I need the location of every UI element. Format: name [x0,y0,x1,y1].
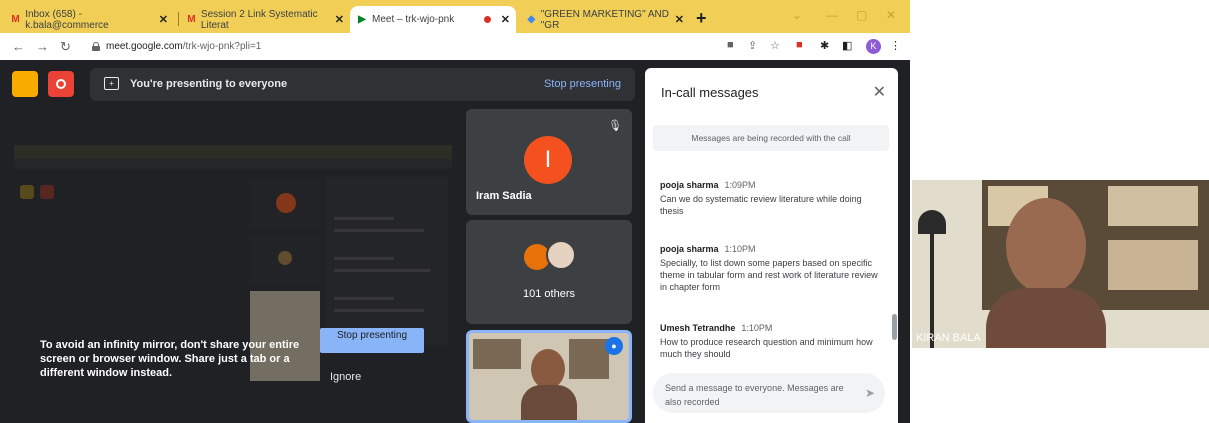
tab-bar: M Inbox (658) - k.bala@commerce ✕ M Sess… [0,0,910,33]
message-time: 1:09PM [724,180,756,190]
chevron-down-icon[interactable]: ⌄ [792,8,802,22]
chat-message: pooja sharma 1:10PM Specially, to list do… [660,244,880,293]
gmail-icon: M [187,13,196,25]
camera-name-label: KIRAN BALA [916,332,981,344]
others-tile[interactable]: 101 others [466,220,632,324]
close-window-icon[interactable]: ✕ [886,8,896,22]
send-icon[interactable]: ➤ [865,386,875,400]
close-tab-icon[interactable]: ✕ [501,13,510,26]
puzzle-extensions-icon[interactable]: ✱ [820,39,829,52]
presenting-bar: + You're presenting to everyone Stop pre… [12,68,635,101]
close-icon[interactable]: ✕ [873,82,886,102]
camera-feed: KIRAN BALA [912,180,1209,348]
books [1108,240,1198,290]
others-count: 101 others [523,288,575,300]
present-window-icon: + [104,77,119,90]
participant-video [1006,198,1086,294]
close-tab-icon[interactable]: ✕ [675,13,684,26]
self-view-tile[interactable]: ● [466,330,632,423]
tab-meet[interactable]: ▶ Meet – trk-wjo-pnk ✕ [350,6,516,33]
recording-dot-icon [483,16,491,23]
presenting-message: You're presenting to everyone [130,78,288,90]
tab-green-marketing[interactable]: ◆ "GREEN MARKETING" AND "GR ✕ [520,6,690,33]
new-tab-button[interactable]: + [696,8,707,29]
speaking-indicator-icon: ● [605,337,623,355]
bookshelf [569,339,609,379]
bookshelf [473,339,521,369]
share-icon[interactable]: ⇪ [748,39,757,52]
message-text: Can we do systematic review literature w… [660,194,862,216]
back-icon[interactable]: ← [12,39,25,54]
infinity-mirror-warning: To avoid an infinity mirror, don't share… [40,339,300,379]
lamp-shade [918,210,946,234]
bookmark-star-icon[interactable]: ☆ [770,39,780,52]
tab-label: Inbox (658) - k.bala@commerce [25,8,109,31]
chat-message: pooja sharma 1:09PM Can we do systematic … [660,180,880,217]
chat-title: In-call messages [661,85,759,100]
message-sender: Umesh Tetrandhe [660,323,736,333]
lamp-stand [930,230,934,348]
tab-label: Session 2 Link Systematic Literat [200,8,318,31]
avatar: I [524,136,572,184]
url-host: meet.google.com [106,41,183,52]
extension-icon[interactable]: ■ [796,39,803,51]
recording-notice: Messages are being recorded with the cal… [653,125,889,151]
tab-divider [178,12,179,26]
tab-session-link[interactable]: M Session 2 Link Systematic Literat ✕ [180,6,350,33]
message-text: How to produce research question and min… [660,337,873,359]
message-sender: pooja sharma [660,244,719,254]
stop-presenting-button[interactable]: Stop presenting [320,328,424,353]
avatar [546,240,576,270]
chat-message: Umesh Tetrandhe 1:10PM How to produce res… [660,323,880,360]
participant-video [531,349,565,389]
participant-video [521,385,577,420]
meet-icon: ▶ [358,13,366,25]
chat-input-placeholder: Send a message to everyone. Messages are… [665,383,844,407]
presenting-banner: + You're presenting to everyone Stop pre… [90,68,635,101]
url-field[interactable]: meet.google.com /trk-wjo-pnk?pli=1 [92,37,712,56]
chat-panel: In-call messages ✕ Messages are being re… [645,68,898,423]
chat-message-input[interactable]: Send a message to everyone. Messages are… [653,373,885,413]
profile-avatar[interactable]: K [866,39,881,54]
books [1108,186,1198,226]
reload-icon[interactable]: ↻ [60,39,71,55]
minimize-icon[interactable]: — [826,8,838,22]
site-icon: ◆ [527,13,536,25]
tab-inbox[interactable]: M Inbox (658) - k.bala@commerce ✕ [4,6,174,33]
url-path: /trk-wjo-pnk?pli=1 [182,41,262,52]
browser-window: M Inbox (658) - k.bala@commerce ✕ M Sess… [0,0,910,423]
participant-name: Iram Sadia [476,190,532,202]
participant-video [986,288,1106,348]
record-icon[interactable] [48,71,74,97]
message-sender: pooja sharma [660,180,719,190]
maximize-icon[interactable]: ▢ [856,8,867,22]
chat-scrollbar[interactable] [892,314,897,340]
lock-icon [92,42,100,51]
message-time: 1:10PM [724,244,756,254]
mic-off-icon: 🎙 [608,120,622,132]
ignore-button[interactable]: Ignore [330,371,361,383]
camera-permission-icon[interactable]: ■ [727,39,734,51]
close-tab-icon[interactable]: ✕ [159,13,168,26]
message-text: Specially, to list down some papers base… [660,258,878,292]
forward-icon[interactable]: → [36,39,49,54]
side-panel-icon[interactable]: ◧ [842,39,852,52]
tab-label: Meet – trk-wjo-pnk [372,14,455,25]
address-bar: ← → ↻ meet.google.com /trk-wjo-pnk?pli=1… [0,33,910,61]
gmail-icon: M [11,13,20,25]
present-screen-icon[interactable] [12,71,38,97]
participant-tile[interactable]: 🎙 I Iram Sadia [466,109,632,215]
tab-label: "GREEN MARKETING" AND "GR [540,8,669,31]
more-menu-icon[interactable]: ⋮ [890,39,901,52]
message-time: 1:10PM [741,323,773,333]
close-tab-icon[interactable]: ✕ [335,13,344,26]
stop-presenting-link[interactable]: Stop presenting [544,78,621,90]
